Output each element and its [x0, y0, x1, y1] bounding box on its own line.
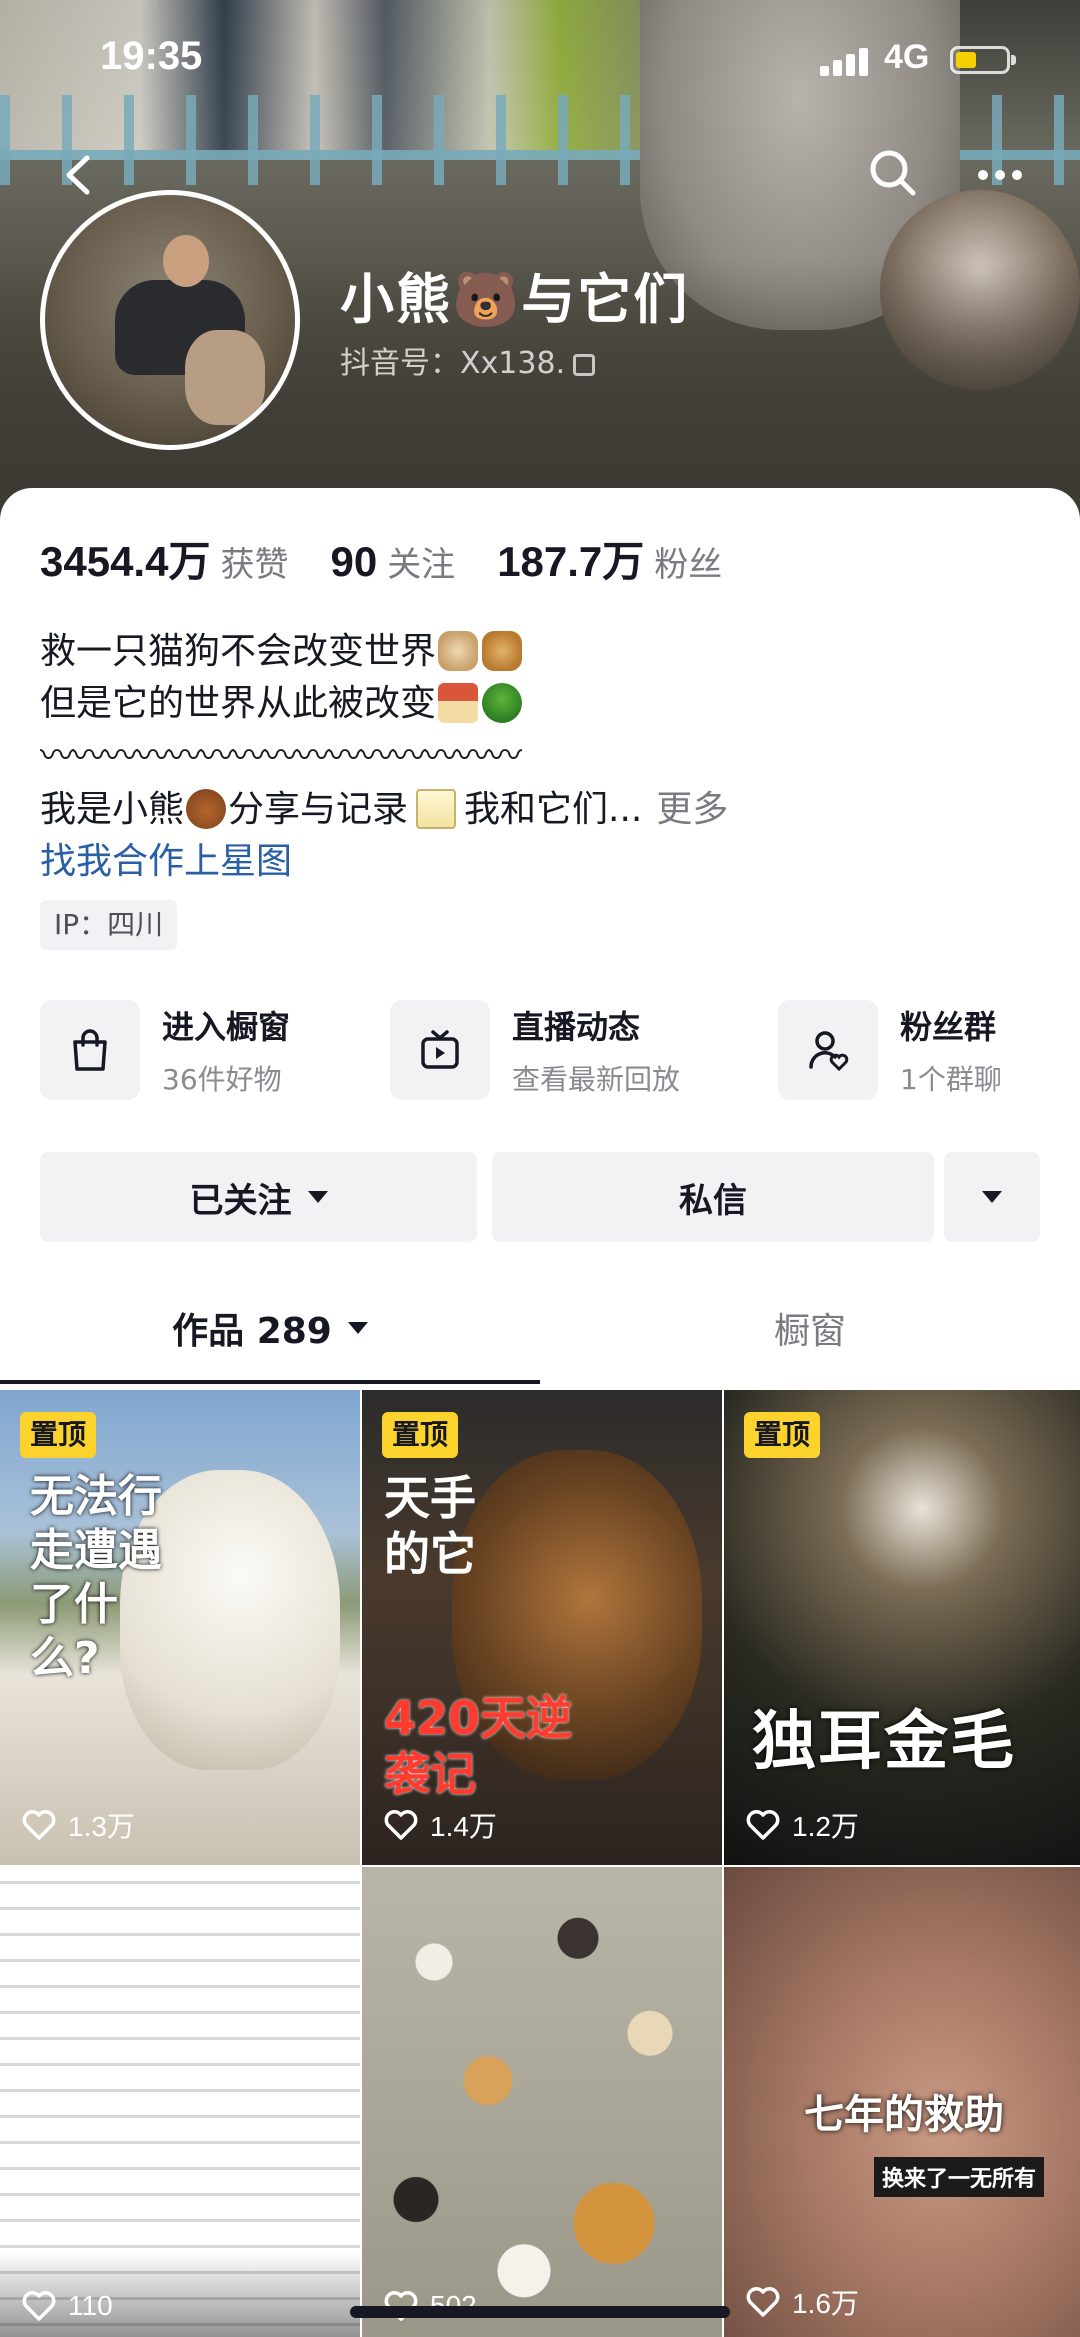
- video-6-title-b: 换来了一无所有: [874, 2157, 1045, 2197]
- network-type: 4G: [884, 38, 930, 76]
- douyin-id-text: 抖音号：Xx138.: [340, 346, 566, 381]
- bio-more-link[interactable]: 更多: [656, 789, 728, 830]
- battery-icon: [950, 46, 1016, 74]
- video-6-title-a: 七年的救助: [804, 2092, 1004, 2138]
- service-fan-title: 粉丝群: [900, 1008, 997, 1046]
- stats-row: 3454.4万 获赞 90 关注 187.7万 粉丝: [40, 528, 764, 588]
- pinned-badge: 置顶: [20, 1412, 97, 1458]
- more-button[interactable]: [975, 155, 1025, 195]
- stat-followers-value: 187.7万: [497, 538, 645, 585]
- avatar[interactable]: [40, 190, 300, 450]
- video-2-likes: 1.4万: [384, 1805, 497, 1845]
- video-4-likes: 110: [22, 2290, 113, 2322]
- stat-likes-label: 获赞: [220, 545, 289, 585]
- stat-likes-value: 3454.4万: [40, 538, 211, 585]
- service-fan-group[interactable]: 粉丝群 1个群聊: [778, 998, 1002, 1102]
- video-tile-4[interactable]: 110: [0, 1867, 360, 2337]
- caret-down-icon: [347, 1322, 368, 1334]
- service-live-title: 直播动态: [512, 1008, 641, 1046]
- pinned-badge: 置顶: [744, 1412, 821, 1458]
- service-shop-window[interactable]: 进入橱窗 36件好物: [40, 998, 290, 1102]
- bio-line-1: 救一只猫狗不会改变世界: [40, 626, 728, 678]
- status-time: 19:35: [100, 34, 203, 78]
- video-tile-1[interactable]: 无法行走遭遇了什么? 置顶 1.3万: [0, 1390, 360, 1865]
- heart-icon: [22, 1810, 56, 1840]
- heart-icon: [384, 1810, 418, 1840]
- followed-button[interactable]: 已关注: [40, 1152, 477, 1242]
- video-2-title-a: 天手的它: [384, 1471, 476, 1581]
- ip-location-tag: IP：四川: [40, 900, 178, 950]
- more-dots-icon: [978, 170, 1022, 180]
- home-indicator[interactable]: [350, 2306, 730, 2318]
- bio-wave-divider: 〰〰〰〰〰〰〰〰〰〰〰〰〰〰〰: [40, 736, 522, 776]
- caret-down-icon: [982, 1191, 1002, 1203]
- fan-group-icon: [778, 1000, 878, 1100]
- profile-nickname: 小熊🐻与它们: [340, 268, 690, 331]
- bear-emoji-icon: [186, 789, 227, 829]
- memo-emoji-icon: [416, 789, 457, 829]
- back-button[interactable]: [55, 150, 105, 200]
- service-fan-sub: 1个群聊: [900, 1063, 1002, 1096]
- bio-line-4: 我是小熊 分享与记录 我和它们... 更多: [40, 789, 729, 830]
- video-3-title: 独耳金毛: [752, 1705, 1016, 1779]
- heart-icon: [746, 1810, 780, 1840]
- tab-shop-window[interactable]: 橱窗: [540, 1280, 1080, 1376]
- chevron-left-icon: [66, 155, 90, 195]
- bio-line-2: 但是它的世界从此被改变: [40, 678, 728, 730]
- status-bar: 19:35 4G: [0, 0, 1080, 120]
- message-button[interactable]: 私信: [492, 1152, 934, 1242]
- stat-followers-label: 粉丝: [654, 545, 723, 585]
- tree-emoji-icon: [482, 683, 523, 723]
- tab-works[interactable]: 作品 289: [0, 1280, 540, 1376]
- tv-icon: [390, 1000, 490, 1100]
- service-live[interactable]: 直播动态 查看最新回放: [390, 998, 680, 1102]
- content-tabs: 作品 289 橱窗: [0, 1280, 1080, 1380]
- dog-emoji-icon: [482, 631, 523, 671]
- house-emoji-icon: [438, 683, 479, 723]
- stat-following[interactable]: 90 关注: [330, 537, 455, 586]
- heart-icon: [22, 2291, 56, 2321]
- video-1-title: 无法行走遭遇了什么?: [30, 1471, 162, 1684]
- video-tile-2[interactable]: 天手的它 420天逆袭记 置顶 1.4万: [362, 1390, 722, 1865]
- service-live-sub: 查看最新回放: [512, 1063, 681, 1096]
- heart-icon: [746, 2287, 780, 2317]
- video-2-title-b: 420天逆袭记: [384, 1691, 573, 1801]
- stat-followers[interactable]: 187.7万 粉丝: [497, 528, 722, 589]
- video-1-likes: 1.3万: [22, 1805, 135, 1845]
- stat-following-value: 90: [330, 538, 378, 585]
- search-button[interactable]: [865, 145, 921, 201]
- video-tile-6[interactable]: 七年的救助 换来了一无所有 1.6万: [724, 1867, 1080, 2337]
- video-tile-3[interactable]: 独耳金毛 置顶 1.2万: [724, 1390, 1080, 1865]
- video-3-likes: 1.2万: [746, 1805, 859, 1845]
- shopping-bag-icon: [40, 1000, 140, 1100]
- search-icon: [870, 150, 916, 196]
- service-shop-title: 进入橱窗: [162, 1008, 291, 1046]
- services-row: 进入橱窗 36件好物 直播动态 查看最新回放 粉丝群 1个群聊: [40, 998, 1050, 1102]
- cat-emoji-icon: [438, 631, 479, 671]
- douyin-id[interactable]: 抖音号：Xx138.: [340, 338, 596, 382]
- recommend-dropdown-button[interactable]: [944, 1152, 1040, 1242]
- star-map-link[interactable]: 找我合作上星图: [40, 836, 728, 888]
- video-6-likes: 1.6万: [746, 2282, 859, 2322]
- pinned-badge: 置顶: [382, 1412, 459, 1458]
- stat-likes[interactable]: 3454.4万 获赞: [40, 528, 288, 589]
- service-shop-sub: 36件好物: [162, 1063, 282, 1096]
- signal-icon: [820, 46, 870, 76]
- copy-icon[interactable]: [573, 354, 596, 376]
- caret-down-icon: [307, 1191, 328, 1203]
- profile-bio[interactable]: 救一只猫狗不会改变世界 但是它的世界从此被改变 〰〰〰〰〰〰〰〰〰〰〰〰〰〰〰 …: [40, 626, 728, 888]
- stat-following-label: 关注: [387, 545, 456, 585]
- active-tab-indicator: [0, 1380, 540, 1384]
- video-tile-5[interactable]: 502: [362, 1867, 722, 2337]
